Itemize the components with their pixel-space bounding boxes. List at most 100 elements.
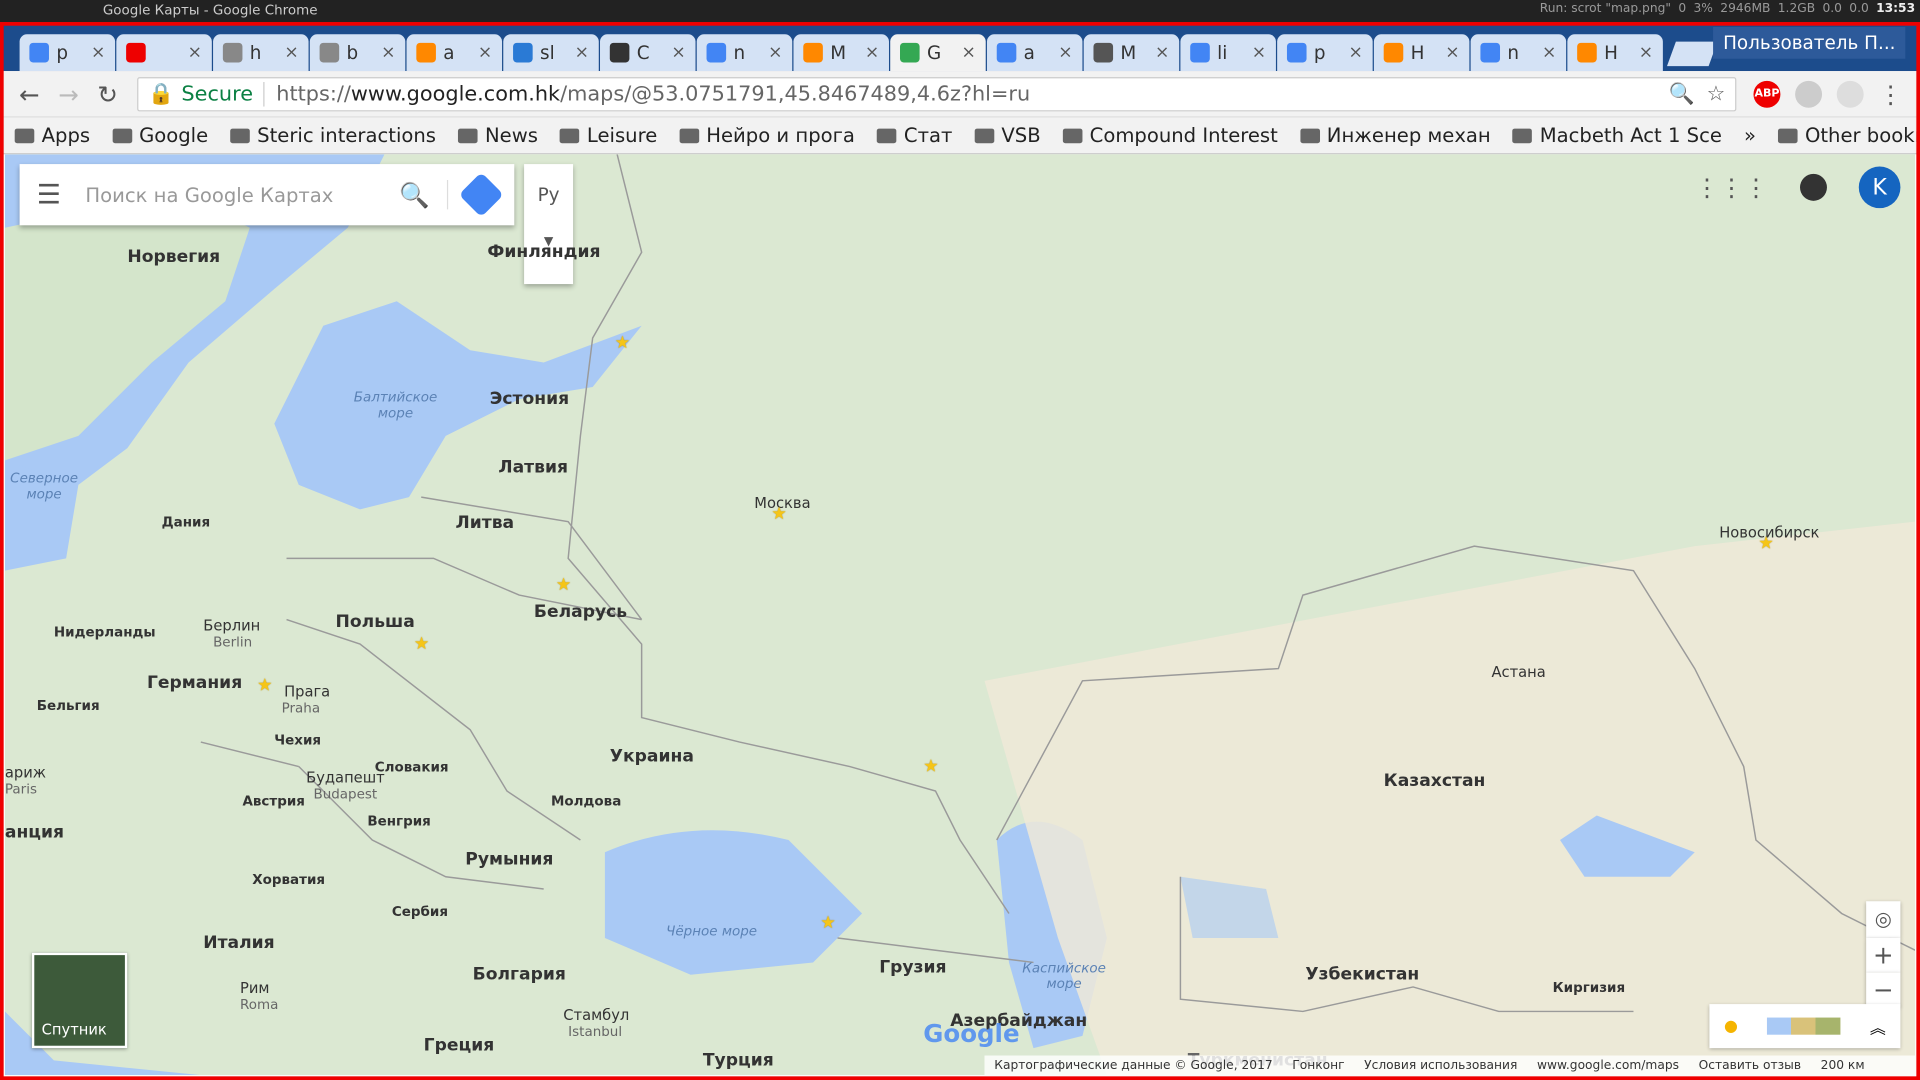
bookmark-item[interactable]: Apps [14,124,90,147]
window-title: Google Карты - Google Chrome [102,2,318,19]
pegman-icon[interactable]: ● [1724,1017,1738,1035]
bookmark-item[interactable]: VSB [974,124,1041,147]
feedback-link[interactable]: Оставить отзыв [1699,1059,1801,1072]
saved-place-star-icon[interactable]: ★ [771,504,786,524]
browser-tab[interactable]: G × [890,34,986,72]
browser-tab[interactable]: b × [309,34,406,72]
expand-icon[interactable]: ︽ [1870,1014,1886,1037]
saved-place-star-icon[interactable]: ★ [615,333,630,353]
close-tab-icon[interactable]: × [381,43,395,63]
zoom-in-button[interactable]: + [1866,937,1901,973]
close-tab-icon[interactable]: × [1348,43,1362,63]
notifications-icon[interactable] [1800,173,1827,201]
close-tab-icon[interactable]: × [1639,43,1653,63]
language-dropdown[interactable]: Ру ▼ [524,164,574,285]
bookmark-star-icon[interactable]: ☆ [1707,81,1726,105]
close-tab-icon[interactable]: × [284,43,298,63]
browser-tab[interactable]: M × [1083,34,1180,72]
close-tab-icon[interactable]: × [865,43,879,63]
browser-tab[interactable]: p × [1277,34,1373,72]
saved-place-star-icon[interactable]: ★ [257,676,272,696]
region-link[interactable]: Гонконг [1292,1059,1344,1072]
close-tab-icon[interactable]: × [768,43,782,63]
bookmark-item[interactable]: Google [112,124,208,147]
folder-icon [1778,127,1798,143]
directions-icon[interactable] [458,172,504,218]
saved-place-star-icon[interactable]: ★ [1758,534,1773,554]
map-label: Румыния [465,849,554,870]
map-canvas[interactable]: ☰ Поиск на Google Картах 🔍 Ру ▼ ⋮⋮⋮ K Но… [4,154,1916,1076]
other-bookmarks[interactable]: Other bookmarks [1778,124,1920,147]
map-label: Польша [335,612,415,632]
adblock-icon[interactable]: ABP [1753,80,1781,108]
close-tab-icon[interactable]: × [1155,43,1169,63]
zoom-icon[interactable]: 🔍 [1668,81,1694,105]
satellite-toggle[interactable]: Спутник [31,952,128,1049]
browser-tab[interactable]: p × [19,34,116,72]
browser-tab[interactable]: H × [1567,34,1663,72]
bookmark-item[interactable]: Инженер механ [1299,124,1491,147]
chrome-menu-icon[interactable]: ⋮ [1871,79,1910,108]
imagery-thumbnails[interactable] [1767,1017,1841,1035]
browser-tab[interactable]: n × [696,34,793,72]
close-tab-icon[interactable]: × [1445,43,1459,63]
close-tab-icon[interactable]: × [188,43,202,63]
bookmark-item[interactable]: News [458,124,538,147]
forward-button[interactable]: → [49,79,88,108]
reload-button[interactable]: ↻ [88,79,127,108]
saved-place-star-icon[interactable]: ★ [820,913,835,933]
extension-icon[interactable] [1795,80,1823,108]
close-tab-icon[interactable]: × [1058,43,1072,63]
profile-button[interactable]: Пользователь П... [1713,26,1906,59]
browser-tab[interactable]: n × [1470,34,1567,72]
saved-place-star-icon[interactable]: ★ [414,634,429,654]
saved-place-star-icon[interactable]: ★ [556,576,571,596]
hamburger-menu-icon[interactable]: ☰ [37,179,61,210]
apps-grid-icon[interactable]: ⋮⋮⋮ [1695,173,1768,202]
bookmarks-overflow-icon[interactable]: » [1744,124,1756,147]
scale-bar: 200 км [1820,1058,1865,1073]
browser-tab[interactable]: H × [1373,34,1470,72]
browser-tab[interactable]: C × [600,34,696,72]
map-label: Литва [455,513,515,533]
browser-tab[interactable]: a × [406,34,503,72]
bookmark-item[interactable]: Нейро и прога [679,124,855,147]
zoom-out-button[interactable]: − [1866,972,1901,1007]
new-tab-button[interactable] [1666,41,1718,67]
address-bar[interactable]: 🔒 Secure https://www.google.com.hk/maps/… [137,76,1737,111]
bookmark-item[interactable]: Стат [876,124,952,147]
back-button[interactable]: ← [10,79,49,108]
browser-tab[interactable]: a × [986,34,1083,72]
search-icon[interactable]: 🔍 [399,180,449,210]
browser-tab[interactable]: M × [793,34,889,72]
extension-icon-2[interactable] [1836,80,1864,108]
close-tab-icon[interactable]: × [1252,43,1266,63]
folder-icon [458,127,478,143]
search-box[interactable]: ☰ Поиск на Google Картах 🔍 [19,164,515,226]
close-tab-icon[interactable]: × [671,43,685,63]
browser-tab[interactable]: × [116,34,212,72]
map-label: Узбекистан [1305,964,1420,985]
search-input[interactable]: Поиск на Google Картах [85,183,399,206]
browser-tab[interactable]: sl × [503,34,599,72]
close-tab-icon[interactable]: × [478,43,492,63]
bookmark-item[interactable]: Compound Interest [1062,124,1278,147]
swap-usage: 1.2GB [1777,2,1816,16]
close-tab-icon[interactable]: × [962,43,976,63]
url-text[interactable]: https://www.google.com.hk/maps/@53.07517… [276,81,1030,105]
url-path: /maps/@53.0751791,45.8467489,4.6z?hl=ru [560,81,1031,106]
folder-icon [876,127,897,143]
browser-tab[interactable]: li × [1180,34,1276,72]
saved-place-star-icon[interactable]: ★ [923,757,938,777]
bookmark-item[interactable]: Macbeth Act 1 Sce [1512,124,1722,147]
bookmark-item[interactable]: Steric interactions [230,124,436,147]
browser-tab[interactable]: h × [213,34,309,72]
site-link[interactable]: www.google.com/maps [1537,1059,1679,1072]
my-location-button[interactable]: ◎ [1866,901,1901,938]
avatar[interactable]: K [1858,166,1901,209]
close-tab-icon[interactable]: × [1542,43,1556,63]
terms-link[interactable]: Условия использования [1364,1059,1517,1072]
bookmark-item[interactable]: Leisure [559,124,657,147]
close-tab-icon[interactable]: × [91,43,105,63]
close-tab-icon[interactable]: × [575,43,589,63]
